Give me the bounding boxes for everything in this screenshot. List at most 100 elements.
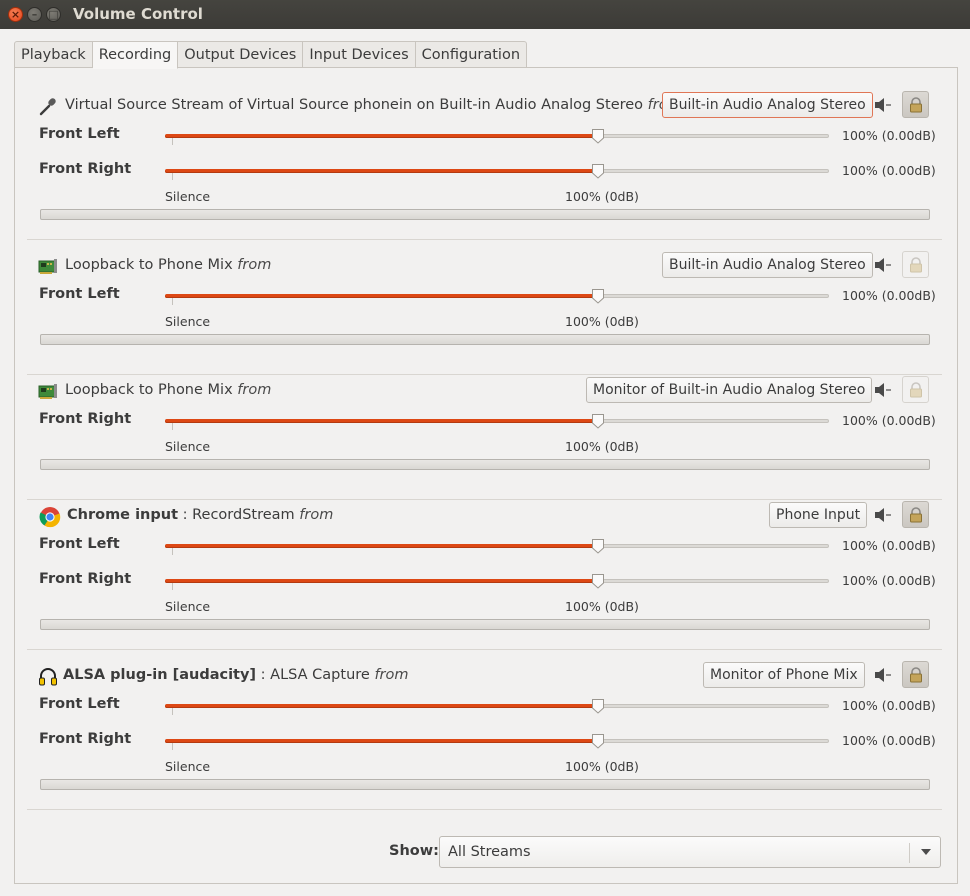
- channel-value: 100% (0.00dB): [842, 288, 936, 303]
- stream-app-name: ALSA plug-in [audacity]: [63, 667, 257, 683]
- stream-header: Virtual Source Stream of Virtual Source …: [27, 91, 942, 121]
- source-device-button[interactable]: Built-in Audio Analog Stereo: [662, 92, 873, 118]
- mute-button[interactable]: [874, 507, 892, 523]
- slider-knob[interactable]: [591, 413, 605, 429]
- slider-fill: [165, 579, 598, 583]
- chrome-icon: [39, 506, 61, 528]
- silence-tick: [172, 173, 173, 180]
- channel-value: 100% (0.00dB): [842, 128, 936, 143]
- peak-meter: [40, 619, 930, 630]
- speaker-icon: [874, 668, 892, 687]
- channel-value: 100% (0.00dB): [842, 698, 936, 713]
- silence-mark-label: Silence: [165, 759, 211, 774]
- slider-knob[interactable]: [591, 538, 605, 554]
- channel-volume-slider[interactable]: [165, 536, 829, 556]
- stream-title: Loopback to Phone Mix from: [65, 257, 271, 273]
- stream-name: Virtual Source Stream of Virtual Source …: [65, 97, 644, 113]
- tab-configuration[interactable]: Configuration: [415, 41, 528, 68]
- channel-value: 100% (0.00dB): [842, 733, 936, 748]
- channel-volume-slider[interactable]: [165, 571, 829, 591]
- maximize-window-button[interactable]: □: [46, 7, 61, 22]
- stream-header: ALSA plug-in [audacity] : ALSA Capture f…: [27, 661, 942, 691]
- mute-button[interactable]: [874, 97, 892, 113]
- lock-channels-button[interactable]: [902, 661, 929, 688]
- source-device-button[interactable]: Built-in Audio Analog Stereo: [662, 252, 873, 278]
- slider-fill: [165, 704, 598, 708]
- channel-volume-slider[interactable]: [165, 161, 829, 181]
- minimize-window-button[interactable]: –: [27, 7, 42, 22]
- slider-knob[interactable]: [591, 698, 605, 714]
- slider-knob[interactable]: [591, 128, 605, 144]
- stream-app-name: Chrome input: [67, 507, 178, 523]
- stream-header: Chrome input : RecordStream from Phone In…: [27, 501, 942, 531]
- channel-label: Front Left: [39, 126, 120, 142]
- tab-recording[interactable]: Recording: [92, 41, 179, 69]
- channel-volume-slider[interactable]: [165, 731, 829, 751]
- close-icon: ×: [10, 8, 21, 21]
- stream-section: Chrome input : RecordStream from Phone In…: [27, 501, 942, 650]
- channel-volume-slider[interactable]: [165, 286, 829, 306]
- channel-volume-slider[interactable]: [165, 411, 829, 431]
- speaker-icon: [874, 508, 892, 527]
- source-device-button[interactable]: Phone Input: [769, 502, 868, 528]
- speaker-icon: [874, 98, 892, 117]
- show-dropdown[interactable]: All Streams: [439, 836, 941, 868]
- lock-channels-button[interactable]: [902, 91, 929, 118]
- from-label: from: [374, 667, 409, 683]
- silence-tick: [172, 423, 173, 430]
- lock-channels-button[interactable]: [902, 251, 929, 278]
- normal-mark-label: 100% (0dB): [565, 759, 639, 774]
- stream-name: Loopback to Phone Mix: [65, 382, 233, 398]
- channel-volume-slider[interactable]: [165, 126, 829, 146]
- stream-name-separator: :: [178, 507, 193, 523]
- silence-mark-label: Silence: [165, 314, 211, 329]
- stream-section: Virtual Source Stream of Virtual Source …: [27, 91, 942, 240]
- stream-section: Loopback to Phone Mix from Monitor of Bui…: [27, 376, 942, 500]
- mute-button[interactable]: [874, 382, 892, 398]
- slider-fill: [165, 739, 598, 743]
- silence-tick: [172, 583, 173, 590]
- stream-section: ALSA plug-in [audacity] : ALSA Capture f…: [27, 661, 942, 810]
- channel-value: 100% (0.00dB): [842, 538, 936, 553]
- slider-fill: [165, 419, 598, 423]
- channel-value: 100% (0.00dB): [842, 413, 936, 428]
- stream-header: Loopback to Phone Mix from Monitor of Bui…: [27, 376, 942, 406]
- stream-title: Chrome input : RecordStream from: [67, 507, 333, 523]
- lock-channels-button[interactable]: [902, 376, 929, 403]
- stream-title: Loopback to Phone Mix from: [65, 382, 271, 398]
- close-window-button[interactable]: ×: [8, 7, 23, 22]
- channel-volume-slider[interactable]: [165, 696, 829, 716]
- channel-label: Front Left: [39, 696, 120, 712]
- tab-playback[interactable]: Playback: [14, 41, 93, 68]
- slider-knob[interactable]: [591, 573, 605, 589]
- stream-title: ALSA plug-in [audacity] : ALSA Capture f…: [63, 667, 409, 683]
- silence-mark-label: Silence: [165, 439, 211, 454]
- show-label: Show:: [389, 843, 439, 859]
- stream-section: Loopback to Phone Mix from Built-in Audio…: [27, 251, 942, 375]
- slider-knob[interactable]: [591, 733, 605, 749]
- maximize-icon: □: [48, 8, 59, 21]
- headphones-icon: [38, 667, 58, 687]
- normal-mark-label: 100% (0dB): [565, 439, 639, 454]
- slider-knob[interactable]: [591, 288, 605, 304]
- slider-knob[interactable]: [591, 163, 605, 179]
- channel-value: 100% (0.00dB): [842, 573, 936, 588]
- channel-label: Front Right: [39, 411, 132, 427]
- stream-name-separator: :: [256, 667, 271, 683]
- source-device-button[interactable]: Monitor of Built-in Audio Analog Stereo: [586, 377, 873, 403]
- mute-button[interactable]: [874, 667, 892, 683]
- microphone-icon: [38, 97, 58, 117]
- stream-header: Loopback to Phone Mix from Built-in Audio…: [27, 251, 942, 281]
- peak-meter: [40, 209, 930, 220]
- speaker-icon: [874, 258, 892, 277]
- channel-label: Front Left: [39, 536, 120, 552]
- lock-channels-button[interactable]: [902, 501, 929, 528]
- minimize-icon: –: [31, 8, 38, 21]
- title-bar: × – □ Volume Control: [0, 0, 970, 29]
- mute-button[interactable]: [874, 257, 892, 273]
- tab-bar: Playback Recording Output Devices Input …: [14, 41, 528, 69]
- source-device-button[interactable]: Monitor of Phone Mix: [703, 662, 865, 688]
- silence-mark-label: Silence: [165, 189, 211, 204]
- tab-output-devices[interactable]: Output Devices: [178, 41, 304, 68]
- tab-input-devices[interactable]: Input Devices: [303, 41, 416, 68]
